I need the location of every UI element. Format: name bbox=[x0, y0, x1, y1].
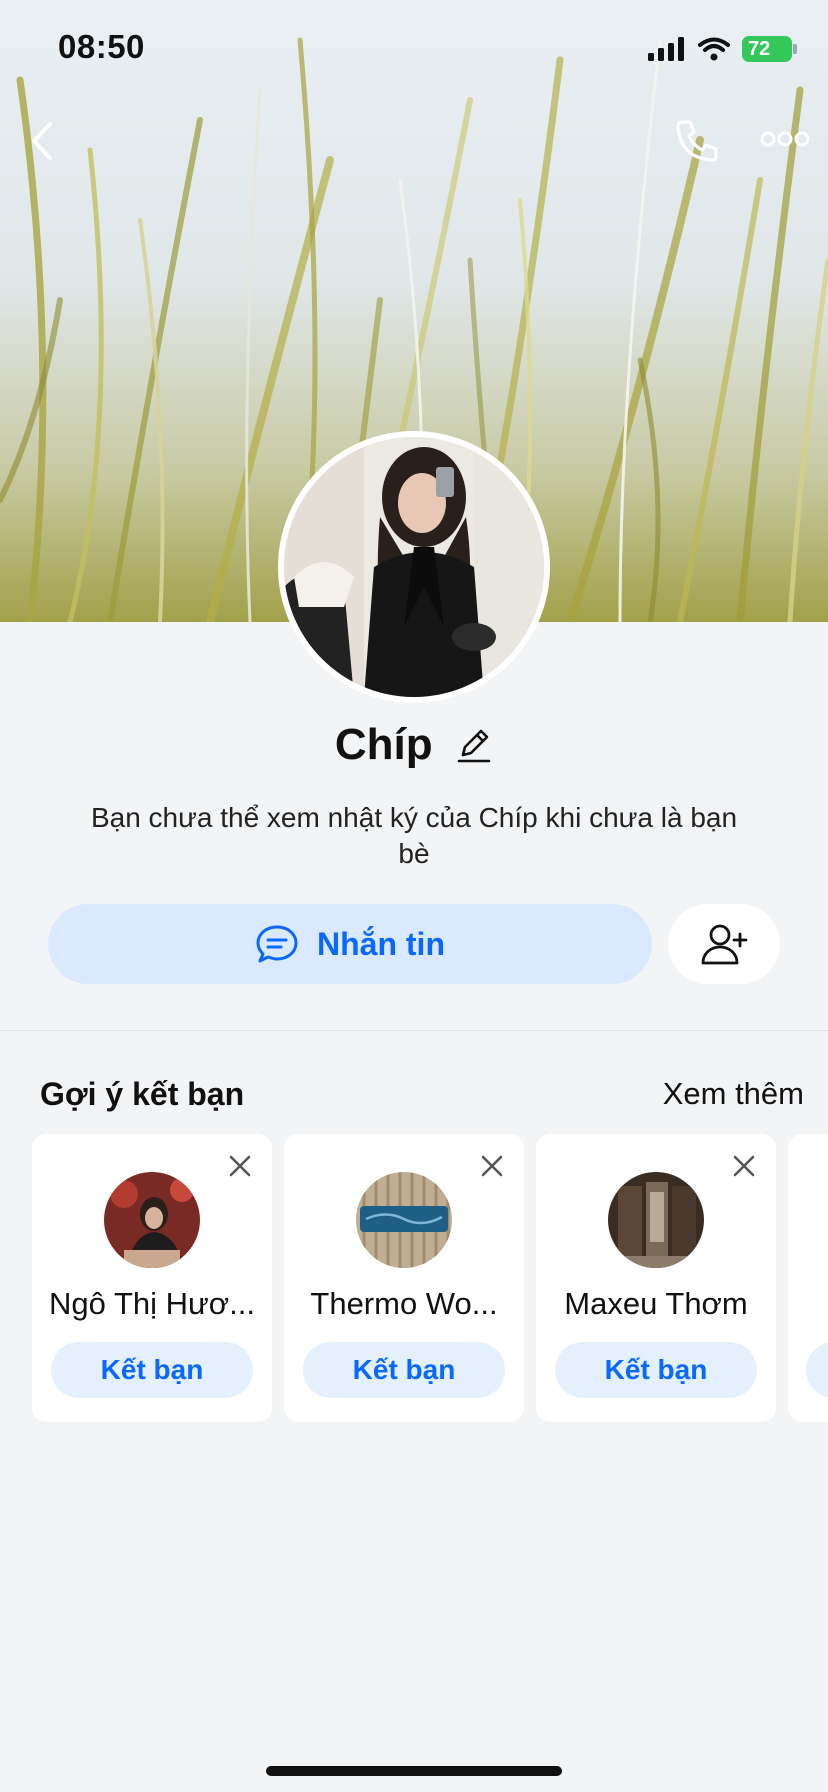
suggestion-list: Ngô Thị Hươ... Kết bạn Thermo Wo... Kết … bbox=[32, 1134, 828, 1422]
privacy-notice: Bạn chưa thể xem nhật ký của Chíp khi ch… bbox=[90, 802, 738, 869]
add-friend-button[interactable] bbox=[668, 904, 780, 984]
suggestion-card[interactable]: Maxeu Thơm Kết bạn bbox=[536, 1134, 776, 1422]
profile-avatar[interactable] bbox=[278, 431, 550, 703]
edit-pencil-icon[interactable] bbox=[453, 725, 493, 765]
close-icon[interactable] bbox=[730, 1152, 758, 1180]
chat-bubble-icon bbox=[256, 925, 298, 963]
status-time: 08:50 bbox=[58, 28, 145, 65]
phone-icon bbox=[676, 120, 718, 162]
status-icons: 72 bbox=[648, 34, 797, 64]
close-icon[interactable] bbox=[478, 1152, 506, 1180]
close-icon[interactable] bbox=[226, 1152, 254, 1180]
avatar-image bbox=[104, 1172, 200, 1268]
avatar-photo bbox=[284, 437, 544, 697]
wood-panel-logo-image bbox=[356, 1172, 452, 1268]
profile-name-row: Chíp bbox=[0, 720, 828, 770]
add-friend-suggestion-button[interactable]: Kết bạn bbox=[555, 1342, 757, 1398]
profile-name: Chíp bbox=[334, 720, 433, 769]
add-friend-suggestion-button[interactable]: Kết bạn bbox=[51, 1342, 253, 1398]
suggestion-avatar[interactable] bbox=[608, 1172, 704, 1268]
user-plus-icon bbox=[701, 924, 748, 965]
avatar-portrait-image bbox=[284, 437, 544, 697]
see-more-link[interactable]: Xem thêm bbox=[663, 1076, 804, 1112]
suggestion-avatar[interactable] bbox=[104, 1172, 200, 1268]
call-button[interactable] bbox=[672, 116, 720, 164]
back-button[interactable] bbox=[24, 118, 64, 164]
signal-icon bbox=[648, 37, 684, 61]
add-friend-suggestion-button[interactable]: Kết bạn bbox=[303, 1342, 505, 1398]
closet-interior-image bbox=[608, 1172, 704, 1268]
suggestion-card-partial[interactable] bbox=[788, 1134, 828, 1422]
suggestion-card[interactable]: Thermo Wo... Kết bạn bbox=[284, 1134, 524, 1422]
more-horizontal-icon bbox=[760, 131, 810, 147]
message-button-label: Nhắn tin bbox=[317, 925, 445, 962]
suggestion-avatar[interactable] bbox=[356, 1172, 452, 1268]
more-options-button[interactable] bbox=[760, 124, 810, 154]
suggestions-title: Gợi ý kết bạn bbox=[40, 1076, 245, 1112]
message-button[interactable]: Nhắn tin bbox=[48, 904, 652, 984]
section-divider bbox=[0, 1030, 828, 1031]
wifi-icon bbox=[698, 37, 730, 61]
add-friend-suggestion-button-partial[interactable] bbox=[806, 1342, 828, 1398]
suggestion-card[interactable]: Ngô Thị Hươ... Kết bạn bbox=[32, 1134, 272, 1422]
suggestion-name: Thermo Wo... bbox=[310, 1286, 498, 1321]
chevron-left-icon bbox=[32, 122, 52, 160]
battery-level: 72 bbox=[748, 38, 771, 60]
suggestion-name: Ngô Thị Hươ... bbox=[49, 1286, 255, 1321]
battery-indicator: 72 bbox=[742, 36, 797, 62]
suggestion-name: Maxeu Thơm bbox=[564, 1286, 748, 1321]
home-indicator bbox=[266, 1766, 562, 1776]
